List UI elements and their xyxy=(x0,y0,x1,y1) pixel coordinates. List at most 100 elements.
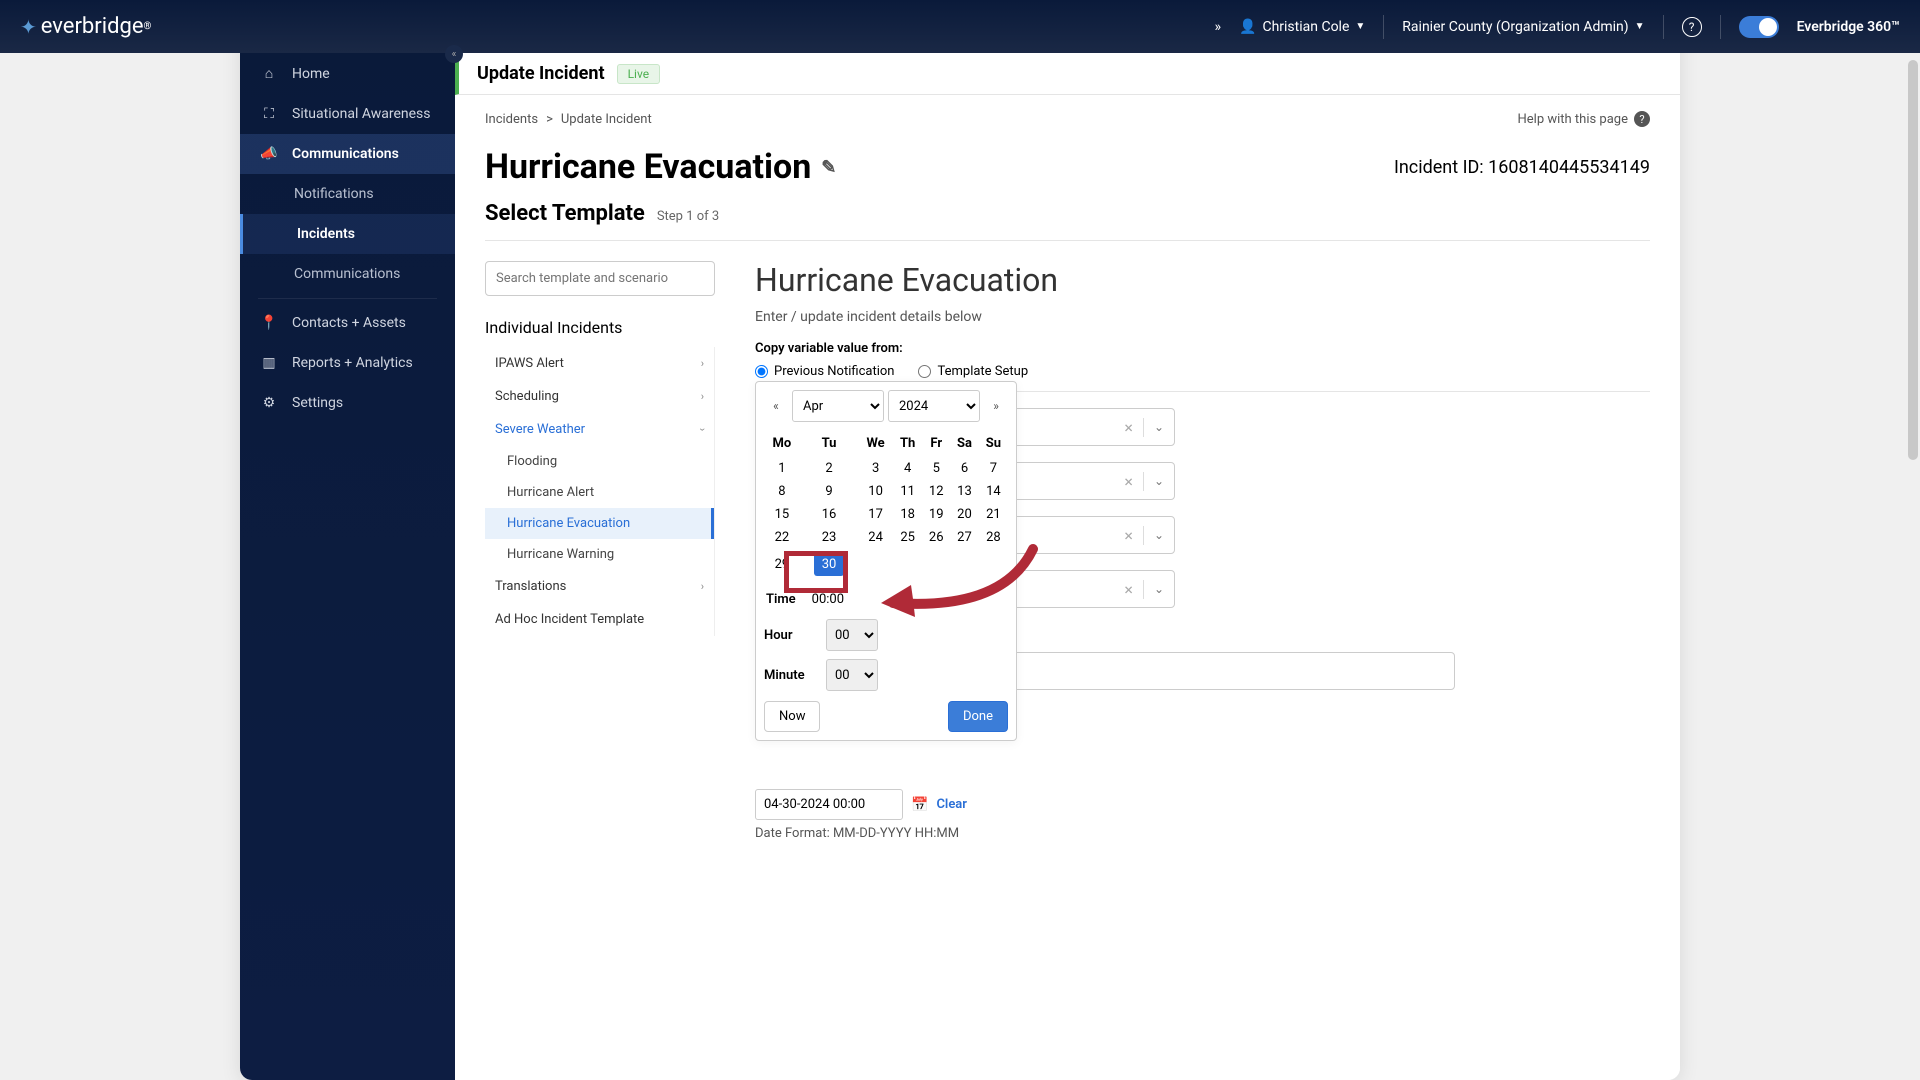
calendar-day[interactable]: 24 xyxy=(858,526,893,549)
radio-template[interactable]: Template Setup xyxy=(918,364,1028,379)
pin-icon: 📍 xyxy=(260,315,278,331)
breadcrumb-root[interactable]: Incidents xyxy=(485,112,538,127)
tree-adhoc[interactable]: Ad Hoc Incident Template xyxy=(485,603,714,636)
chevron-right-icon: › xyxy=(701,580,704,593)
tree-hurricane-warning[interactable]: Hurricane Warning xyxy=(485,539,714,570)
done-button[interactable]: Done xyxy=(948,701,1008,732)
cal-month-select[interactable]: Apr xyxy=(792,390,884,422)
date-input[interactable] xyxy=(755,789,903,820)
nav-reports[interactable]: ▥Reports + Analytics xyxy=(240,343,455,383)
calendar-day[interactable]: 18 xyxy=(893,503,922,526)
calendar-day[interactable]: 11 xyxy=(893,480,922,503)
clear-icon[interactable]: × xyxy=(1114,526,1144,545)
caret-down-icon: ▼ xyxy=(1635,21,1645,32)
collapse-sidebar-button[interactable]: « xyxy=(445,45,463,63)
sidebar: « ⌂Home ⛶Situational Awareness 📣Communic… xyxy=(240,0,455,1080)
tree-scheduling[interactable]: Scheduling› xyxy=(485,380,714,413)
nav-situational[interactable]: ⛶Situational Awareness xyxy=(240,94,455,134)
calendar-day xyxy=(922,549,950,580)
clear-icon[interactable]: × xyxy=(1114,418,1144,437)
calendar-day xyxy=(858,549,893,580)
chevron-down-icon[interactable]: ⌄ xyxy=(1144,474,1174,488)
calendar-day[interactable]: 1 xyxy=(764,457,800,480)
step-label: Step 1 of 3 xyxy=(657,209,719,224)
calendar-day[interactable]: 7 xyxy=(979,457,1008,480)
chart-icon: ▥ xyxy=(260,355,278,371)
now-button[interactable]: Now xyxy=(764,701,820,732)
calendar-day[interactable]: 16 xyxy=(800,503,858,526)
calendar-day[interactable]: 20 xyxy=(950,503,979,526)
copy-label: Copy variable value from: xyxy=(755,341,1650,356)
calendar-day[interactable]: 4 xyxy=(893,457,922,480)
tree-severe-weather[interactable]: Severe Weather› xyxy=(485,413,714,446)
cal-prev-button[interactable]: « xyxy=(764,391,788,421)
expand-icon[interactable]: » xyxy=(1214,19,1221,35)
chevron-down-icon[interactable]: ⌄ xyxy=(1144,528,1174,542)
calendar-day[interactable]: 28 xyxy=(979,526,1008,549)
nav-settings[interactable]: ⚙Settings xyxy=(240,383,455,423)
help-link[interactable]: Help with this page ? xyxy=(1518,111,1651,127)
tree-translations[interactable]: Translations› xyxy=(485,570,714,603)
calendar-day[interactable]: 27 xyxy=(950,526,979,549)
step-title: Select Template xyxy=(485,201,645,226)
calendar-day[interactable]: 12 xyxy=(922,480,950,503)
calendar-day[interactable]: 21 xyxy=(979,503,1008,526)
calendar-day[interactable]: 15 xyxy=(764,503,800,526)
page-header: Update Incident Live xyxy=(455,53,1680,95)
calendar-day[interactable]: 23 xyxy=(800,526,858,549)
clear-icon[interactable]: × xyxy=(1114,472,1144,491)
calendar-day[interactable]: 22 xyxy=(764,526,800,549)
chevron-down-icon[interactable]: ⌄ xyxy=(1144,420,1174,434)
radio-previous[interactable]: Previous Notification xyxy=(755,364,894,379)
clear-icon[interactable]: × xyxy=(1114,580,1144,599)
calendar-day[interactable]: 17 xyxy=(858,503,893,526)
edit-title-icon[interactable]: ✎ xyxy=(821,157,836,178)
org-menu[interactable]: Rainier County (Organization Admin) ▼ xyxy=(1402,19,1644,35)
form-desc: Enter / update incident details below xyxy=(755,309,1650,325)
calendar-day[interactable]: 9 xyxy=(800,480,858,503)
calendar-day[interactable]: 26 xyxy=(922,526,950,549)
calendar-day xyxy=(979,549,1008,580)
breadcrumb: Incidents > Update Incident xyxy=(485,112,652,127)
calendar-grid: Mo Tu We Th Fr Sa Su 1234567891011121314… xyxy=(764,430,1008,580)
clear-link[interactable]: Clear xyxy=(936,797,967,812)
calendar-day[interactable]: 29 xyxy=(764,549,800,580)
nav-notifications[interactable]: Notifications xyxy=(240,174,455,214)
template-tree: IPAWS Alert› Scheduling› Severe Weather›… xyxy=(485,347,715,636)
calendar-day[interactable]: 5 xyxy=(922,457,950,480)
tree-hurricane-evacuation[interactable]: Hurricane Evacuation xyxy=(485,508,714,539)
tree-ipaws[interactable]: IPAWS Alert› xyxy=(485,347,714,380)
status-badge: Live xyxy=(617,64,660,84)
section-title: Individual Incidents xyxy=(485,318,715,337)
hour-select[interactable]: 00 xyxy=(826,619,878,651)
nav-contacts[interactable]: 📍Contacts + Assets xyxy=(240,303,455,343)
cal-year-select[interactable]: 2024 xyxy=(888,390,980,422)
calendar-day[interactable]: 30 xyxy=(800,549,858,580)
minute-select[interactable]: 00 xyxy=(826,659,878,691)
calendar-day[interactable]: 10 xyxy=(858,480,893,503)
nav-home[interactable]: ⌂Home xyxy=(240,53,455,94)
tree-hurricane-alert[interactable]: Hurricane Alert xyxy=(485,477,714,508)
calendar-day[interactable]: 2 xyxy=(800,457,858,480)
template-search-input[interactable] xyxy=(485,261,715,296)
help-icon: ? xyxy=(1634,111,1650,127)
calendar-day[interactable]: 13 xyxy=(950,480,979,503)
main: Update Incident Live Incidents > Update … xyxy=(455,0,1680,1080)
caret-down-icon: ▼ xyxy=(1355,21,1365,32)
nav-incidents[interactable]: Incidents xyxy=(240,214,455,254)
tree-flooding[interactable]: Flooding xyxy=(485,446,714,477)
nav-communications[interactable]: 📣Communications xyxy=(240,134,455,174)
calendar-day xyxy=(950,549,979,580)
calendar-day[interactable]: 25 xyxy=(893,526,922,549)
bullhorn-icon: 📣 xyxy=(260,146,278,162)
cal-next-button[interactable]: » xyxy=(984,391,1008,421)
user-menu[interactable]: 👤 Christian Cole ▼ xyxy=(1239,19,1365,35)
calendar-icon[interactable]: 📅 xyxy=(911,797,928,813)
calendar-day[interactable]: 3 xyxy=(858,457,893,480)
calendar-day[interactable]: 19 xyxy=(922,503,950,526)
chevron-down-icon[interactable]: ⌄ xyxy=(1144,582,1174,596)
nav-sub-communications[interactable]: Communications xyxy=(240,254,455,294)
calendar-day[interactable]: 14 xyxy=(979,480,1008,503)
calendar-day[interactable]: 6 xyxy=(950,457,979,480)
calendar-day[interactable]: 8 xyxy=(764,480,800,503)
